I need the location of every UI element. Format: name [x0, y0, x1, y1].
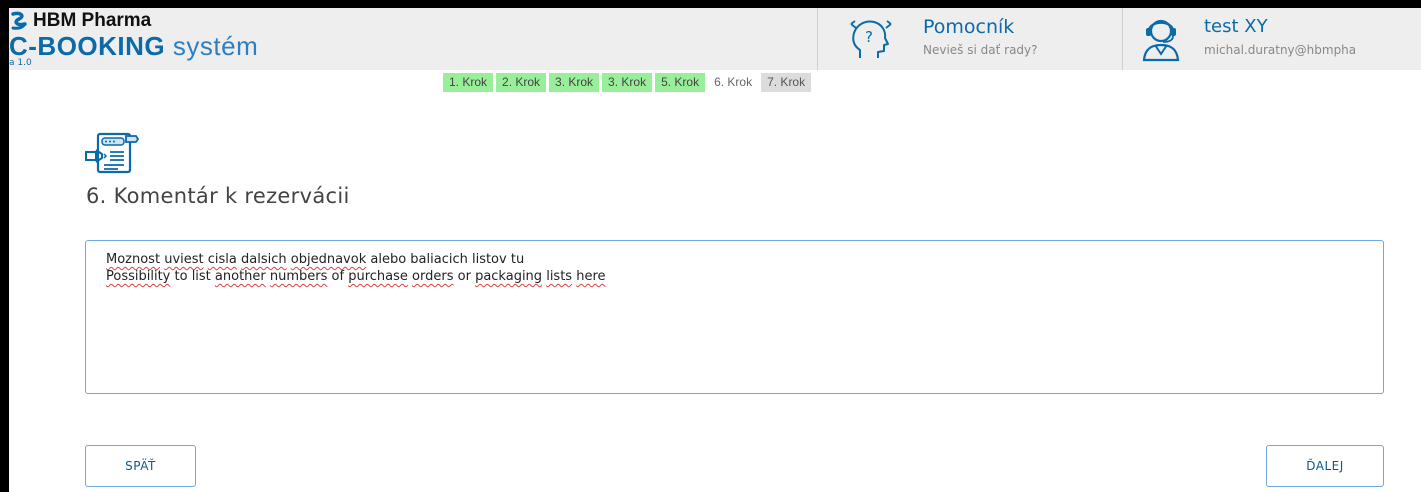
user-email: michal.duratny@hbmpha [1204, 43, 1357, 57]
step-6: 6. Krok [708, 73, 759, 92]
misspelled-word: packaging [475, 269, 543, 284]
version-label: a 1.0 [9, 58, 32, 68]
brand-company: HBM Pharma [9, 10, 151, 32]
product-name: C-BOOKING systém [9, 31, 258, 62]
helper-panel[interactable]: ? Pomocník Nevieš si dať rady? [817, 8, 1123, 70]
step-2[interactable]: 2. Krok [496, 73, 547, 92]
company-name: HBM Pharma [33, 10, 152, 31]
app-header: HBM Pharma C-BOOKING systém a 1.0 ? Pomo… [9, 8, 1421, 70]
comment-text: of [327, 269, 349, 284]
support-agent-icon[interactable] [1141, 14, 1181, 64]
misspelled-word: purchase [348, 269, 408, 284]
svg-text:?: ? [865, 28, 873, 46]
step-progress: 1. Krok 2. Krok 3. Krok 3. Krok 5. Krok … [443, 73, 814, 92]
misspelled-word: orders [412, 269, 454, 284]
comment-text: to list [170, 269, 215, 284]
step-3[interactable]: 3. Krok [549, 73, 600, 92]
misspelled-word: Moznost [106, 252, 161, 267]
misspelled-word: dalsich [241, 252, 287, 267]
user-name: test XY [1204, 16, 1268, 37]
step-7: 7. Krok [761, 73, 812, 92]
misspelled-word: objednavok [290, 252, 367, 267]
misspelled-word: lists [546, 269, 573, 284]
pharma-logo-icon [11, 11, 27, 30]
comment-textarea[interactable]: Moznost uviest cisla dalsich objednavok … [85, 240, 1384, 394]
step-5[interactable]: 5. Krok [655, 73, 706, 92]
comment-line-2: Possibility to list another numbers of p… [106, 268, 1363, 285]
misspelled-word: Possibility [106, 269, 171, 284]
comment-text: or [453, 269, 476, 284]
step-4[interactable]: 3. Krok [602, 73, 653, 92]
comment-text: alebo baliacich listov tu [366, 252, 525, 267]
misspelled-word: numbers [269, 269, 328, 284]
step-1[interactable]: 1. Krok [443, 73, 494, 92]
misspelled-word: another [214, 269, 266, 284]
document-comment-icon [85, 132, 140, 174]
section-title: 6. Komentár k rezervácii [86, 184, 350, 208]
next-button[interactable]: ĎALEJ [1266, 445, 1384, 487]
product-name-light: systém [165, 31, 259, 61]
misspelled-word: uviest [164, 252, 204, 267]
comment-line-1: Moznost uviest cisla dalsich objednavok … [106, 251, 1363, 268]
back-button[interactable]: SPÄŤ [85, 445, 196, 487]
product-name-bold: C-BOOKING [9, 31, 166, 61]
misspelled-word: here [576, 269, 606, 284]
misspelled-word: cisla [207, 252, 237, 267]
head-question-icon: ? [850, 20, 892, 58]
helper-subtitle: Nevieš si dať rady? [923, 43, 1038, 57]
helper-title: Pomocník [923, 16, 1015, 38]
